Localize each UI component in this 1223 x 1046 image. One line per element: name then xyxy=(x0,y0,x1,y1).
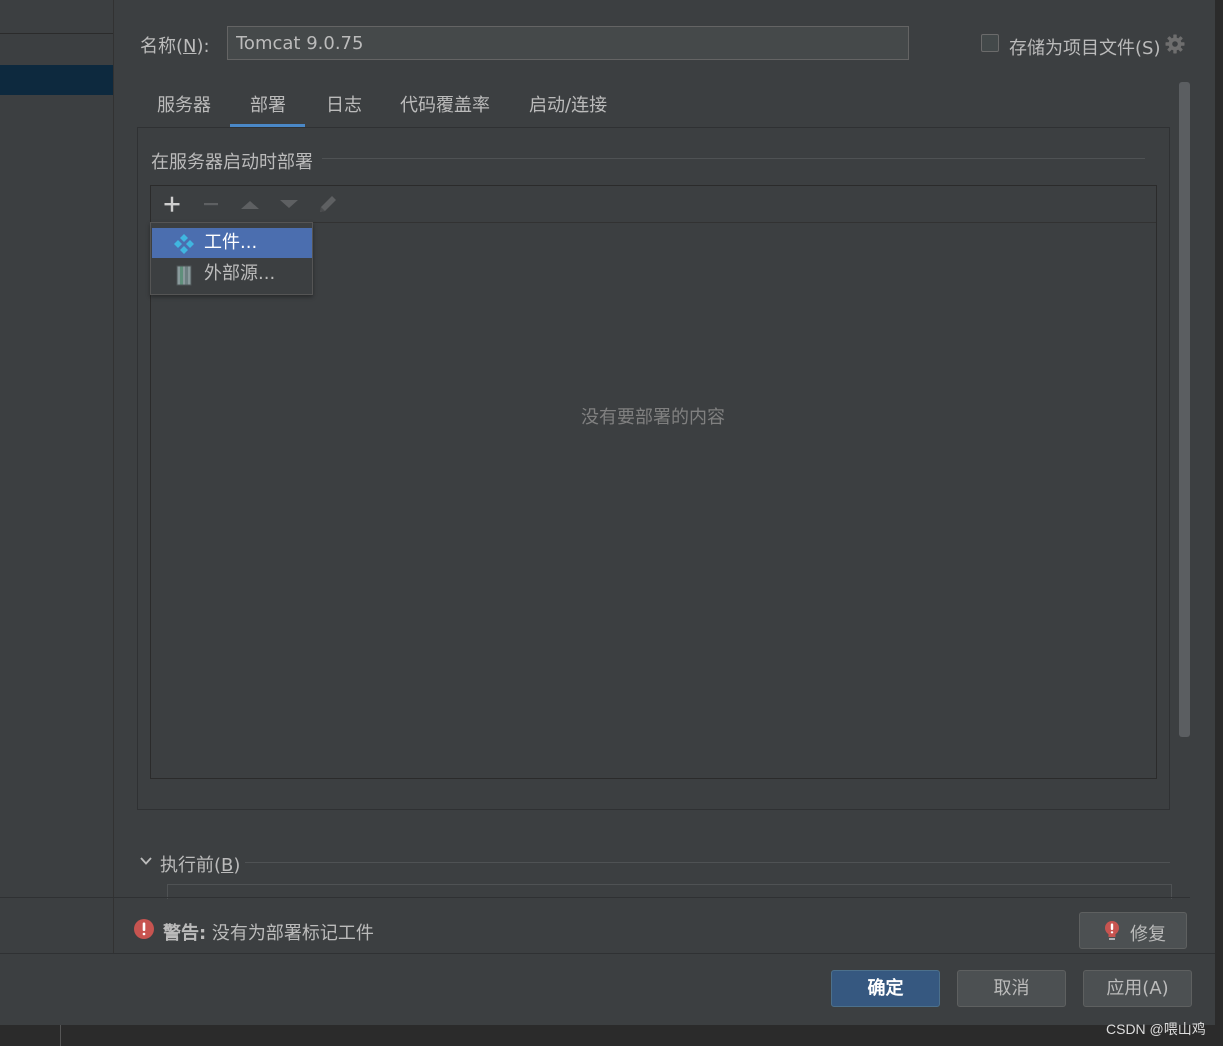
footer-separator xyxy=(0,953,1215,954)
error-icon xyxy=(134,919,154,939)
popup-item-external-source[interactable]: 外部源... xyxy=(152,259,312,289)
background-divider xyxy=(60,1025,61,1046)
add-popup-menu: 工件... 外部源... xyxy=(150,222,313,295)
ok-button[interactable]: 确定 xyxy=(831,970,940,1007)
popup-item-artifact[interactable]: 工件... xyxy=(152,228,312,258)
fix-button-label: 修复 xyxy=(1130,924,1166,945)
bulb-icon xyxy=(1105,921,1119,940)
window-edge xyxy=(1215,0,1223,1025)
tree-separator xyxy=(0,33,113,34)
empty-deployment-text: 没有要部署的内容 xyxy=(581,407,725,428)
apply-button[interactable]: 应用(A) xyxy=(1083,970,1192,1007)
cancel-button[interactable]: 取消 xyxy=(957,970,1066,1007)
fix-button[interactable]: 修复 xyxy=(1079,912,1187,949)
edit-icon[interactable] xyxy=(316,192,340,216)
tab-deployment[interactable]: 部署 xyxy=(250,91,286,127)
popup-item-label: 工件... xyxy=(204,232,258,253)
tab-code-coverage[interactable]: 代码覆盖率 xyxy=(400,91,490,127)
deployment-toolbar xyxy=(151,186,1156,223)
chevron-down-icon[interactable] xyxy=(138,853,154,869)
name-label: 名称(N): xyxy=(140,36,210,57)
run-config-tree xyxy=(0,0,114,953)
tree-selected-item[interactable] xyxy=(0,65,113,95)
name-input[interactable] xyxy=(227,26,909,60)
store-as-project-file-label[interactable]: 存储为项目文件(S) xyxy=(1009,34,1160,60)
artifact-icon xyxy=(174,234,194,254)
move-down-icon[interactable] xyxy=(277,192,301,216)
warning-separator xyxy=(0,897,1190,898)
tab-server[interactable]: 服务器 xyxy=(157,91,211,127)
before-launch-label[interactable]: 执行前(B) xyxy=(160,851,240,877)
add-icon[interactable] xyxy=(160,192,184,216)
store-as-project-file-checkbox[interactable] xyxy=(981,34,999,52)
watermark: CSDN @喂山鸡 xyxy=(1106,1021,1206,1037)
warning-message: 警告: 没有为部署标记工件 xyxy=(163,923,374,944)
tab-logs[interactable]: 日志 xyxy=(326,91,362,127)
gear-icon[interactable] xyxy=(1164,33,1186,55)
popup-item-label: 外部源... xyxy=(204,263,276,284)
section-title: 在服务器启动时部署 xyxy=(151,152,313,173)
remove-icon[interactable] xyxy=(199,192,223,216)
before-launch-divider xyxy=(245,862,1170,863)
tab-startup-connection[interactable]: 启动/连接 xyxy=(529,91,607,127)
move-up-icon[interactable] xyxy=(238,192,262,216)
background-strip xyxy=(0,1025,1223,1046)
section-divider xyxy=(322,158,1145,159)
vertical-scrollbar[interactable] xyxy=(1179,82,1190,737)
external-source-icon xyxy=(176,265,192,286)
